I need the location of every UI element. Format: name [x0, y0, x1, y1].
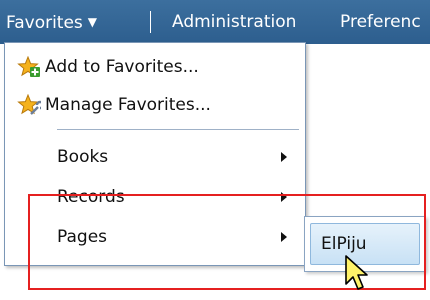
menu-preferences[interactable]: Preferenc [340, 12, 421, 32]
menu-preferences-label: Preferenc [340, 12, 421, 32]
menu-divider [57, 129, 299, 130]
menu-administration[interactable]: Administration [172, 12, 296, 32]
menu-favorites-label: Favorites [6, 13, 83, 33]
star-plus-icon [17, 55, 41, 78]
chevron-down-icon: ▼ [87, 15, 98, 29]
menu-item-books-label: Books [57, 147, 109, 167]
menu-bar: Favorites ▼ Administration Preferenc [0, 0, 430, 44]
triangle-right-icon [281, 152, 287, 162]
menu-item-manage-favorites-label: Manage Favorites... [45, 95, 211, 115]
menu-favorites[interactable]: Favorites ▼ [6, 12, 97, 33]
menu-item-books[interactable]: Books [5, 139, 305, 175]
menu-item-add-to-favorites[interactable]: Add to Favorites... [5, 49, 305, 85]
menu-separator [150, 11, 151, 33]
menu-administration-label: Administration [172, 12, 297, 32]
arrow-cursor-icon [344, 254, 370, 292]
star-wrench-icon [17, 93, 45, 116]
menu-item-add-to-favorites-label: Add to Favorites... [45, 57, 199, 77]
menu-item-manage-favorites[interactable]: Manage Favorites... [5, 87, 305, 123]
